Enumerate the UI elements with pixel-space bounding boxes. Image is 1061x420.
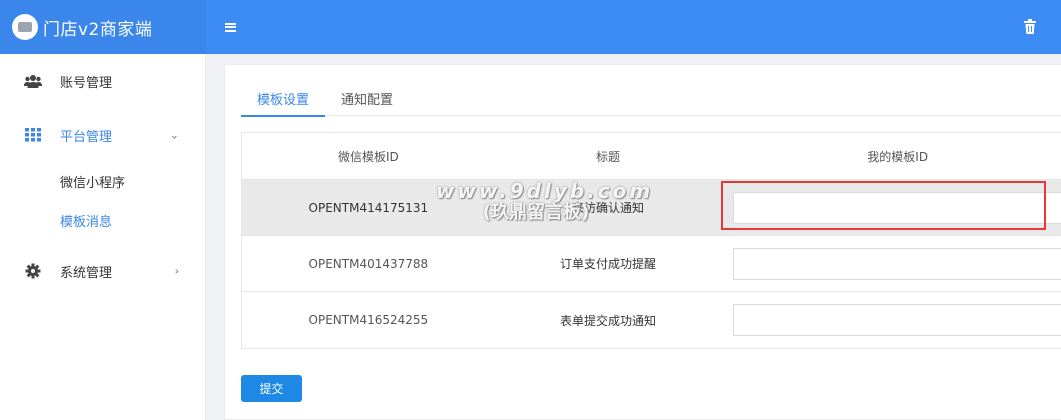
sidebar-item-label: 系统管理 <box>60 265 113 281</box>
sidebar-item-label: 账号管理 <box>60 75 113 91</box>
hamburger-icon[interactable] <box>208 0 252 54</box>
chevron-right-icon: › <box>174 264 179 278</box>
table-header-row: 微信模板ID 标题 我的模板ID <box>242 133 1061 180</box>
my-template-id-input[interactable] <box>733 191 1061 224</box>
sidebar-subitem-template-message[interactable]: 模板消息 <box>0 201 205 240</box>
sidebar: 账号管理 平台管理 ⌄ 微信小程序 模板消息 系统管理 › <box>0 54 206 420</box>
sidebar-item-platform[interactable]: 平台管理 ⌄ <box>0 108 205 162</box>
app-title: 门店v2商家端 <box>43 19 153 40</box>
template-id-cell: OPENTM401437788 <box>308 256 429 271</box>
top-bar: 门店v2商家端 <box>0 0 1061 54</box>
column-header: 我的模板ID <box>867 149 929 164</box>
column-header: 标题 <box>596 149 621 164</box>
template-id-cell: OPENTM414175131 <box>308 200 429 215</box>
tab-bar: 模板设置 通知配置 <box>241 81 1061 117</box>
template-table: 微信模板ID 标题 我的模板ID OPENTM414175131 来访确认通知 … <box>241 132 1061 349</box>
chevron-down-icon: ⌄ <box>169 128 179 142</box>
sidebar-item-account[interactable]: 账号管理 <box>0 54 205 108</box>
title-cell: 订单支付成功提醒 <box>560 257 657 271</box>
tab-template-settings[interactable]: 模板设置 <box>241 81 326 117</box>
grid-icon <box>24 126 42 144</box>
my-template-cell <box>721 180 1061 235</box>
my-template-cell <box>721 292 1061 348</box>
title-cell: 表单提交成功通知 <box>560 313 657 328</box>
trash-icon[interactable] <box>1023 19 1037 35</box>
submit-button[interactable]: 提交 <box>241 375 302 402</box>
brand: 门店v2商家端 <box>0 0 206 54</box>
users-icon <box>24 72 42 90</box>
table-row: OPENTM416524255 表单提交成功通知 <box>242 292 1061 348</box>
sidebar-subitem-mini-program[interactable]: 微信小程序 <box>0 162 205 201</box>
gear-icon <box>24 262 42 280</box>
title-cell: 来访确认通知 <box>572 201 645 215</box>
template-id-cell: OPENTM416524255 <box>308 313 429 327</box>
sidebar-item-system[interactable]: 系统管理 › <box>0 244 205 298</box>
my-template-id-input[interactable] <box>733 304 1061 336</box>
table-row: OPENTM414175131 来访确认通知 <box>242 180 1061 236</box>
column-header: 微信模板ID <box>337 149 399 164</box>
my-template-id-input[interactable] <box>733 247 1061 280</box>
sidebar-item-label: 平台管理 <box>60 129 113 145</box>
logo <box>12 14 38 40</box>
my-template-cell <box>721 236 1061 291</box>
table-row: OPENTM401437788 订单支付成功提醒 <box>242 236 1061 292</box>
main-panel: 模板设置 通知配置 微信模板ID 标题 我的模板ID OPENTM4141751… <box>224 64 1061 420</box>
tab-notification-config[interactable]: 通知配置 <box>325 81 409 116</box>
